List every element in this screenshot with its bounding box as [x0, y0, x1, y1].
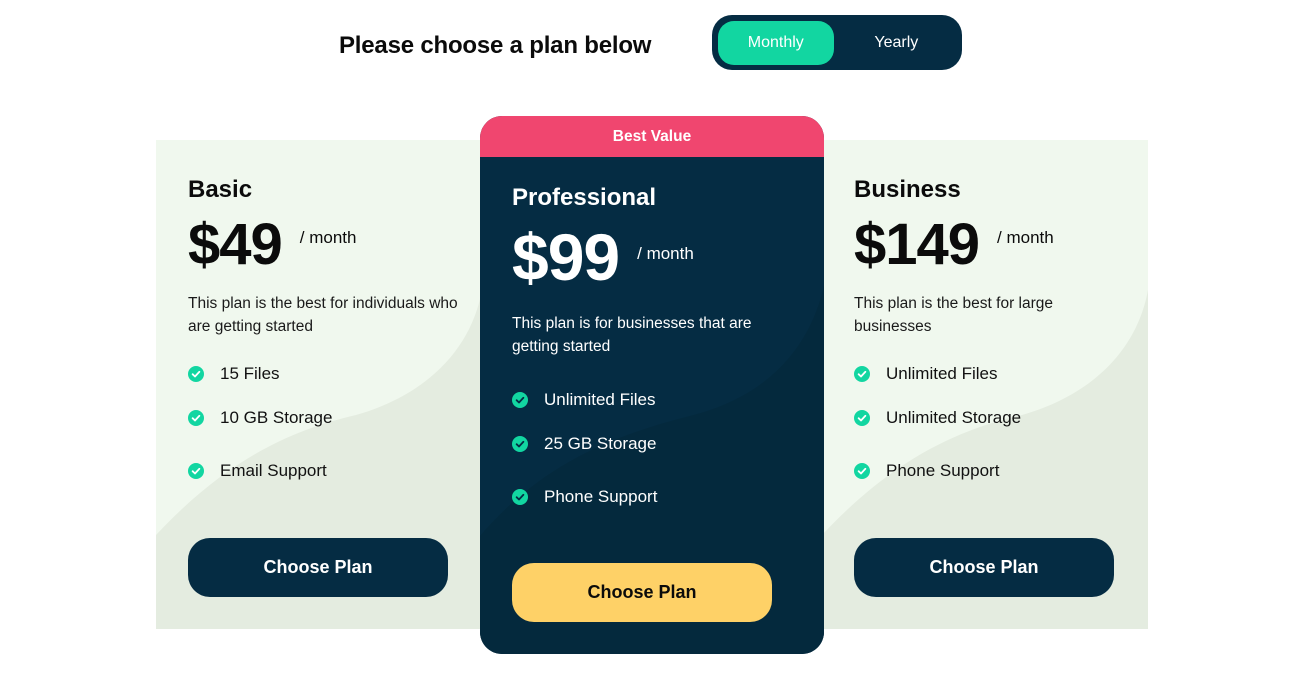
plan-price: $49	[188, 212, 283, 277]
pricing-page: Please choose a plan below Monthly Yearl…	[0, 0, 1304, 683]
plan-period: / month	[997, 228, 1054, 247]
feature-label: Unlimited Files	[886, 364, 998, 383]
feature-item: Phone Support	[854, 444, 1148, 497]
toggle-monthly[interactable]: Monthly	[718, 20, 834, 65]
feature-item: 15 Files	[188, 357, 482, 391]
plan-card-business: Business $149 / month This plan is the b…	[822, 140, 1148, 629]
feature-label: 10 GB Storage	[220, 407, 333, 427]
toggle-yearly[interactable]: Yearly	[836, 21, 957, 65]
choose-plan-button-professional[interactable]: Choose Plan	[512, 563, 772, 622]
billing-toggle[interactable]: Monthly Yearly	[712, 15, 962, 70]
feature-item: 10 GB Storage	[188, 391, 482, 444]
plan-period: / month	[299, 228, 357, 247]
plan-name: Professional	[512, 184, 657, 211]
feature-list: Unlimited Files 25 GB Storage Phone Supp…	[512, 383, 824, 523]
plan-description: This plan is for businesses that are get…	[512, 315, 752, 355]
feature-item: Phone Support	[512, 470, 824, 523]
plan-name: Business	[854, 176, 961, 203]
plan-price: $149	[854, 212, 980, 277]
check-circle-icon	[854, 462, 870, 479]
plan-description: This plan is the best for individuals wh…	[188, 295, 458, 335]
check-circle-icon	[854, 366, 870, 382]
choose-plan-button-business[interactable]: Choose Plan	[854, 538, 1114, 597]
choose-plan-button-basic[interactable]: Choose Plan	[188, 538, 448, 597]
feature-list: Unlimited Files Unlimited Storage Phone …	[854, 357, 1148, 497]
check-circle-icon	[512, 435, 528, 452]
feature-label: Unlimited Storage	[886, 407, 1022, 427]
feature-item: Email Support	[188, 444, 482, 497]
feature-item: 25 GB Storage	[512, 417, 824, 470]
check-circle-icon	[188, 409, 204, 426]
feature-label: 15 Files	[220, 364, 280, 383]
check-circle-icon	[512, 488, 528, 505]
check-circle-icon	[188, 462, 204, 479]
page-title: Please choose a plan below	[339, 32, 652, 59]
plan-card-basic: Basic $49 / month This plan is the best …	[156, 140, 482, 629]
check-circle-icon	[188, 366, 204, 382]
feature-list: 15 Files 10 GB Storage Email Support	[188, 357, 482, 497]
plan-name: Basic	[188, 176, 253, 203]
feature-item: Unlimited Storage	[854, 391, 1148, 444]
feature-label: Phone Support	[544, 486, 658, 506]
feature-label: 25 GB Storage	[544, 433, 657, 453]
feature-label: Unlimited Files	[544, 390, 656, 409]
check-circle-icon	[512, 392, 528, 408]
plan-description: This plan is the best for large business…	[854, 295, 1054, 335]
plan-price: $99	[512, 220, 620, 294]
feature-label: Phone Support	[886, 460, 1000, 480]
feature-label: Email Support	[220, 460, 327, 480]
feature-item: Unlimited Files	[854, 357, 1148, 391]
plan-card-professional: Best Value Professional $99 / month This…	[480, 116, 824, 654]
feature-item: Unlimited Files	[512, 383, 824, 417]
check-circle-icon	[854, 409, 870, 426]
plan-period: / month	[637, 244, 694, 263]
best-value-badge: Best Value	[480, 116, 824, 157]
